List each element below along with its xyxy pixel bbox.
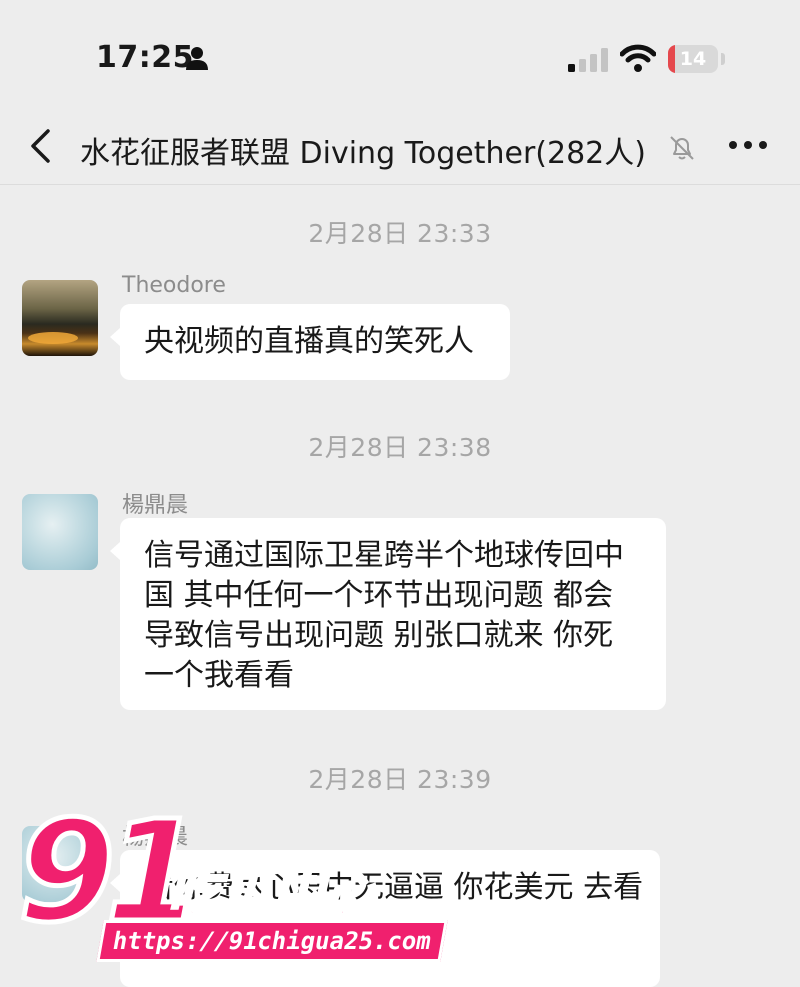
message-timestamp: 2月28日 23:38 — [308, 433, 492, 462]
chat-title: 水花征服者联盟 Diving Together(282人) — [80, 136, 646, 171]
muted-bell-icon — [670, 136, 694, 160]
watermark-logo: 91 吃瓜中心 https://91chigua25.com — [16, 795, 448, 968]
wifi-icon — [620, 44, 656, 72]
status-time: 17:25 — [96, 40, 194, 75]
battery-tip — [721, 53, 725, 65]
message-text-line: 信号通过国际卫星跨半个地球传回中 — [144, 538, 624, 573]
back-chevron-icon[interactable] — [28, 128, 54, 164]
watermark-brand: 吃瓜中心 — [166, 864, 377, 927]
sender-name: Theodore — [122, 273, 226, 298]
person-icon — [186, 47, 208, 70]
sender-name: 楊鼎晨 — [122, 493, 189, 518]
message-bubble[interactable]: 央视频的直播真的笑死人 — [110, 304, 510, 380]
status-bar: 17:25 14 — [0, 0, 800, 110]
battery-level: 14 — [679, 48, 707, 70]
message-timestamp: 2月28日 23:33 — [308, 219, 492, 248]
message-text: 央视频的直播真的笑死人 — [144, 324, 474, 359]
chat-header: 水花征服者联盟 Diving Together(282人) — [0, 110, 800, 185]
watermark-url: https://91chigua25.com — [96, 920, 448, 962]
message-text-line: 导致信号出现问题 别张口就来 你死 — [144, 618, 614, 653]
avatar[interactable] — [22, 494, 98, 570]
battery-icon: 14 — [668, 45, 718, 73]
message-bubble[interactable]: 信号通过国际卫星跨半个地球传回中 国 其中任何一个环节出现问题 都会 导致信号出… — [110, 518, 666, 710]
message-text-line: 国 其中任何一个环节出现问题 都会 — [144, 578, 614, 613]
message-text-line: 一个我看看 — [144, 658, 294, 693]
more-options-icon[interactable] — [728, 140, 768, 150]
cellular-signal-icon — [568, 48, 608, 72]
avatar[interactable] — [22, 280, 98, 356]
